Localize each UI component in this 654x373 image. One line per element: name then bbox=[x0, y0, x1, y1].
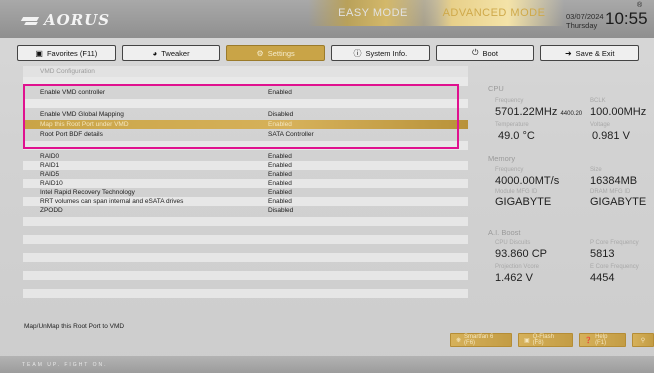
fan-icon: ❋ bbox=[456, 337, 462, 344]
tweaker-icon: ◕ bbox=[152, 48, 158, 58]
favorites-icon: ▣ bbox=[35, 48, 43, 58]
date-display: 03/07/2024 Thursday bbox=[566, 12, 604, 30]
setting-row-rapid-recovery[interactable]: Intel Rapid Recovery Technology Enabled bbox=[23, 188, 468, 197]
bios-screen: AORUS EASY MODE ADVANCED MODE 03/07/2024… bbox=[0, 0, 654, 373]
smartfan-button[interactable]: ❋ Smartfan 6 (F6) bbox=[450, 333, 512, 347]
cpu-frequency-label: Frequency bbox=[495, 98, 524, 104]
slogan-text: TEAM UP. FIGHT ON. bbox=[22, 362, 108, 368]
tab-settings[interactable]: ⚙ Settings bbox=[226, 45, 326, 61]
main-tabs: ▣ Favorites (F11) ◕ Tweaker ⚙ Settings ⓘ… bbox=[17, 45, 640, 61]
help-icon: ❓ bbox=[584, 337, 593, 344]
cpu-temp-value: 49.0 °C bbox=[498, 130, 535, 142]
tab-tweaker[interactable]: ◕ Tweaker bbox=[121, 45, 221, 61]
e-core-freq-label: E Core Frequency bbox=[590, 264, 639, 270]
setting-row-rrt-volumes[interactable]: RRT volumes can span internal and eSATA … bbox=[23, 197, 468, 206]
dram-mfg-label: DRAM MFG ID bbox=[590, 189, 631, 195]
setting-row-raid10[interactable]: RAID10 Enabled bbox=[23, 179, 468, 188]
setting-row-raid0[interactable]: RAID0 Enabled bbox=[23, 152, 468, 161]
projection-vcore-value: 1.462 V bbox=[495, 272, 533, 284]
bclk-value: 100.00MHz bbox=[590, 106, 647, 118]
tab-system-info[interactable]: ⓘ System Info. bbox=[331, 45, 430, 61]
bclk-label: BCLK bbox=[590, 98, 606, 104]
row-stripe bbox=[23, 289, 468, 298]
mem-size-label: Size bbox=[590, 167, 602, 173]
mem-frequency-value: 4000.00MT/s bbox=[495, 175, 560, 187]
help-text: Map/UnMap this Root Port to VMD bbox=[24, 323, 125, 330]
memory-section: Memory Frequency 4000.00MT/s Size 16384M… bbox=[488, 154, 646, 208]
module-mfg-label: Module MFG ID bbox=[495, 189, 538, 195]
tab-save-exit[interactable]: ➜ Save & Exit bbox=[540, 45, 640, 61]
cpu-section: CPU Frequency 5701.22MHz 4400.20 BCLK 10… bbox=[488, 84, 646, 142]
eagle-icon bbox=[22, 14, 40, 26]
easy-mode-button[interactable]: EASY MODE bbox=[308, 0, 438, 26]
module-mfg-value: GIGABYTE bbox=[495, 196, 552, 208]
mem-size-value: 16384MB bbox=[590, 175, 638, 187]
mem-frequency-label: Frequency bbox=[495, 167, 524, 173]
registered-mark: ® bbox=[637, 2, 643, 9]
top-header: AORUS EASY MODE ADVANCED MODE 03/07/2024… bbox=[0, 0, 654, 38]
row-stripe bbox=[23, 217, 468, 226]
clock-time: 10:55 bbox=[605, 9, 648, 28]
cpu-voltage-value: 0.981 V bbox=[592, 130, 630, 142]
cpu-frequency-value: 5701.22MHz 4400.20 bbox=[495, 106, 583, 118]
memory-title: Memory bbox=[488, 154, 516, 163]
ai-boost-section: A.I. Boost CPU Discuits 93.860 CP P Core… bbox=[488, 228, 643, 284]
row-stripe bbox=[23, 271, 468, 280]
projection-vcore-label: Projection Vcore bbox=[495, 264, 540, 270]
info-icon: ⓘ bbox=[353, 48, 362, 58]
aorus-logo: AORUS bbox=[22, 11, 110, 29]
setting-row-raid5[interactable]: RAID5 Enabled bbox=[23, 170, 468, 179]
ai-boost-title: A.I. Boost bbox=[488, 228, 521, 237]
cpu-title: CPU bbox=[488, 84, 504, 93]
highlight-box bbox=[23, 84, 459, 149]
dram-mfg-value: GIGABYTE bbox=[590, 196, 647, 208]
row-stripe bbox=[23, 235, 468, 244]
p-core-freq-label: P Core Frequency bbox=[590, 240, 639, 246]
day-text: Thursday bbox=[566, 21, 598, 30]
function-buttons: ❋ Smartfan 6 (F6) ▣ Q-Flash (F8) ❓ Help … bbox=[450, 333, 654, 347]
settings-icon: ⚙ bbox=[256, 48, 264, 58]
setting-row-raid1[interactable]: RAID1 Enabled bbox=[23, 161, 468, 170]
tab-boot[interactable]: ⏻ Boot bbox=[435, 45, 535, 61]
cpu-discuits-label: CPU Discuits bbox=[495, 240, 531, 246]
search-icon: ⚲ bbox=[640, 337, 646, 344]
hardware-monitor-panel: CPU Frequency 5701.22MHz 4400.20 BCLK 10… bbox=[488, 78, 646, 303]
setting-row-zpodd[interactable]: ZPODD Disabled bbox=[23, 206, 468, 215]
cpu-discuits-value: 93.860 CP bbox=[495, 248, 547, 260]
e-core-freq-value: 4454 bbox=[590, 272, 615, 284]
date-text: 03/07/2024 bbox=[566, 12, 604, 21]
section-title: VMD Configuration bbox=[23, 66, 468, 77]
tab-favorites[interactable]: ▣ Favorites (F11) bbox=[17, 45, 116, 61]
exit-icon: ➜ bbox=[564, 48, 572, 58]
cpu-temp-label: Temperature bbox=[495, 122, 529, 128]
help-button[interactable]: ❓ Help (F1) bbox=[578, 333, 627, 347]
power-icon: ⏻ bbox=[472, 48, 479, 57]
advanced-mode-button[interactable]: ADVANCED MODE bbox=[424, 0, 564, 26]
cpu-voltage-label: Voltage bbox=[590, 122, 611, 128]
qflash-button[interactable]: ▣ Q-Flash (F8) bbox=[517, 333, 573, 347]
p-core-freq-value: 5813 bbox=[590, 248, 615, 260]
search-button[interactable]: ⚲ bbox=[632, 333, 654, 347]
row-stripe bbox=[23, 253, 468, 262]
flash-icon: ▣ bbox=[523, 337, 530, 344]
